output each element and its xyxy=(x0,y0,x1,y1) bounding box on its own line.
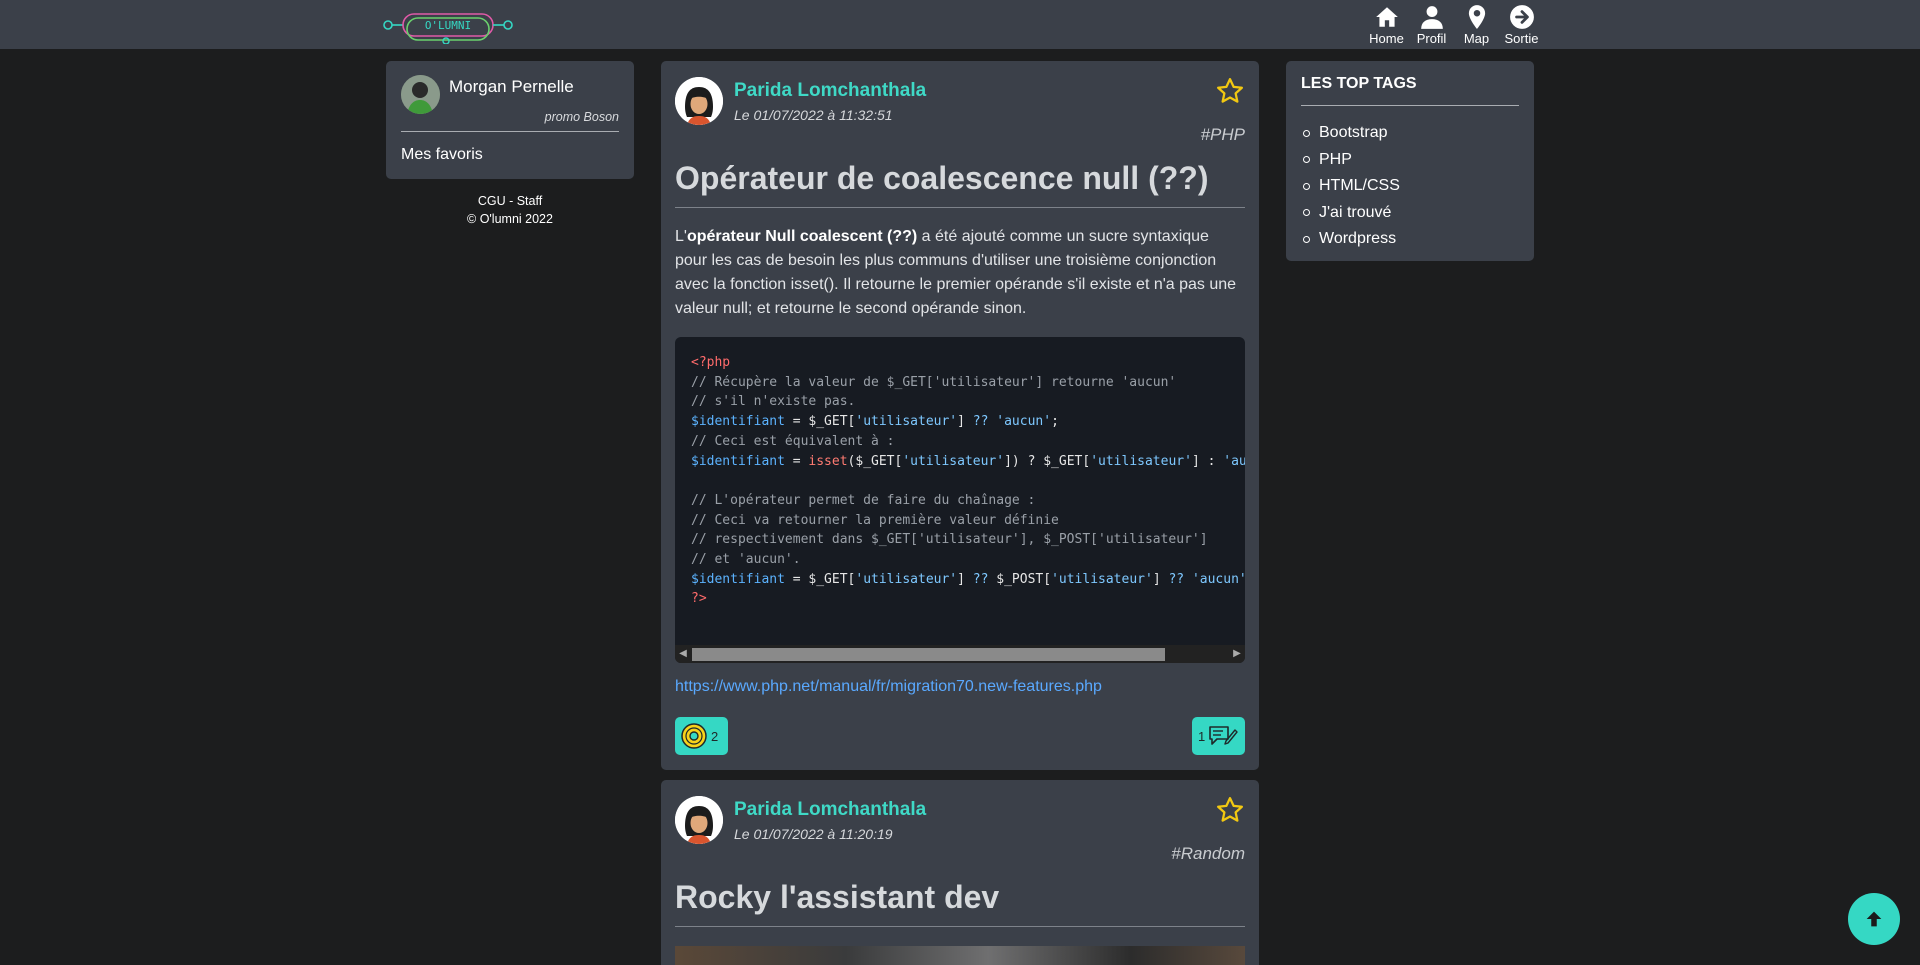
scroll-thumb[interactable] xyxy=(692,648,1165,661)
profile-card: Morgan Pernelle promo Boson Mes favoris xyxy=(386,61,634,179)
scroll-to-top-button[interactable] xyxy=(1848,893,1900,945)
code-content: <?php // Récupère la valeur de $_GET['ut… xyxy=(691,355,1245,607)
nav-profil[interactable]: Profil xyxy=(1409,4,1454,46)
tag-item[interactable]: HTML/CSS xyxy=(1301,173,1519,200)
post-image xyxy=(675,946,1245,965)
code-block[interactable]: <?php // Récupère la valeur de $_GET['ut… xyxy=(675,337,1245,663)
tag-item[interactable]: J'ai trouvé xyxy=(1301,200,1519,227)
post-date: Le 01/07/2022 à 11:32:51 xyxy=(734,107,893,123)
user-icon xyxy=(1420,6,1443,29)
favorites-link[interactable]: Mes favoris xyxy=(401,146,483,164)
post-date: Le 01/07/2022 à 11:20:19 xyxy=(734,826,893,842)
author-avatar[interactable] xyxy=(675,77,723,125)
like-button[interactable]: 2 xyxy=(675,717,728,755)
post-title: Opérateur de coalescence null (??) xyxy=(675,160,1245,208)
tag-item[interactable]: Wordpress xyxy=(1301,226,1519,253)
footer: CGU - Staff © O'lumni 2022 xyxy=(386,192,634,228)
tags-list: Bootstrap PHP HTML/CSS J'ai trouvé Wordp… xyxy=(1301,120,1519,253)
star-icon[interactable] xyxy=(1215,795,1245,825)
post-author[interactable]: Parida Lomchanthala xyxy=(734,80,926,102)
nav-map[interactable]: Map xyxy=(1454,4,1499,46)
author-avatar[interactable] xyxy=(675,796,723,844)
post-card: Parida Lomchanthala Le 01/07/2022 à 11:3… xyxy=(661,61,1259,770)
post-link[interactable]: https://www.php.net/manual/fr/migration7… xyxy=(675,678,1102,696)
donut-icon xyxy=(681,723,707,749)
like-count: 2 xyxy=(711,728,719,744)
home-icon xyxy=(1375,7,1398,27)
nav-home-label: Home xyxy=(1369,31,1404,46)
logout-icon xyxy=(1509,5,1534,29)
tag-item[interactable]: Bootstrap xyxy=(1301,120,1519,147)
top-tags-card: LES TOP TAGS Bootstrap PHP HTML/CSS J'ai… xyxy=(1286,61,1534,261)
divider xyxy=(401,131,619,132)
post-title: Rocky l'assistant dev xyxy=(675,879,1245,927)
post-card: Parida Lomchanthala Le 01/07/2022 à 11:2… xyxy=(661,780,1259,965)
post-tag[interactable]: #Random xyxy=(1171,844,1245,864)
scroll-left-icon[interactable]: ◀ xyxy=(675,645,691,663)
comment-icon xyxy=(1209,726,1238,745)
comment-count: 1 xyxy=(1198,728,1206,744)
nav-map-label: Map xyxy=(1463,31,1490,46)
nav-sortie-label: Sortie xyxy=(1504,31,1539,46)
nav-sortie[interactable]: Sortie xyxy=(1499,4,1544,46)
svg-text:O'LUMNI: O'LUMNI xyxy=(425,19,471,32)
footer-copyright: © O'lumni 2022 xyxy=(467,212,553,226)
olumni-logo[interactable]: O'LUMNI xyxy=(383,8,513,44)
arrow-up-icon xyxy=(1866,911,1882,927)
post-tag[interactable]: #PHP xyxy=(1201,125,1245,145)
profile-name[interactable]: Morgan Pernelle xyxy=(449,77,574,97)
code-scrollbar[interactable]: ◀ ▶ xyxy=(675,645,1245,663)
nav-home[interactable]: Home xyxy=(1364,4,1409,46)
map-pin-icon xyxy=(1468,5,1485,29)
post-author[interactable]: Parida Lomchanthala xyxy=(734,799,926,821)
scroll-right-icon[interactable]: ▶ xyxy=(1229,645,1245,663)
top-navbar: O'LUMNI Home Profil Map Sortie xyxy=(0,0,1920,49)
star-icon[interactable] xyxy=(1215,76,1245,106)
tag-item[interactable]: PHP xyxy=(1301,147,1519,174)
comment-button[interactable]: 1 xyxy=(1192,717,1245,755)
footer-links[interactable]: CGU - Staff xyxy=(386,192,634,210)
avatar[interactable] xyxy=(401,75,440,114)
nav-profil-label: Profil xyxy=(1416,31,1447,46)
profile-promo: promo Boson xyxy=(544,110,619,124)
tags-title: LES TOP TAGS xyxy=(1301,75,1519,106)
post-body: L'opérateur Null coalescent (??) a été a… xyxy=(675,228,1237,317)
